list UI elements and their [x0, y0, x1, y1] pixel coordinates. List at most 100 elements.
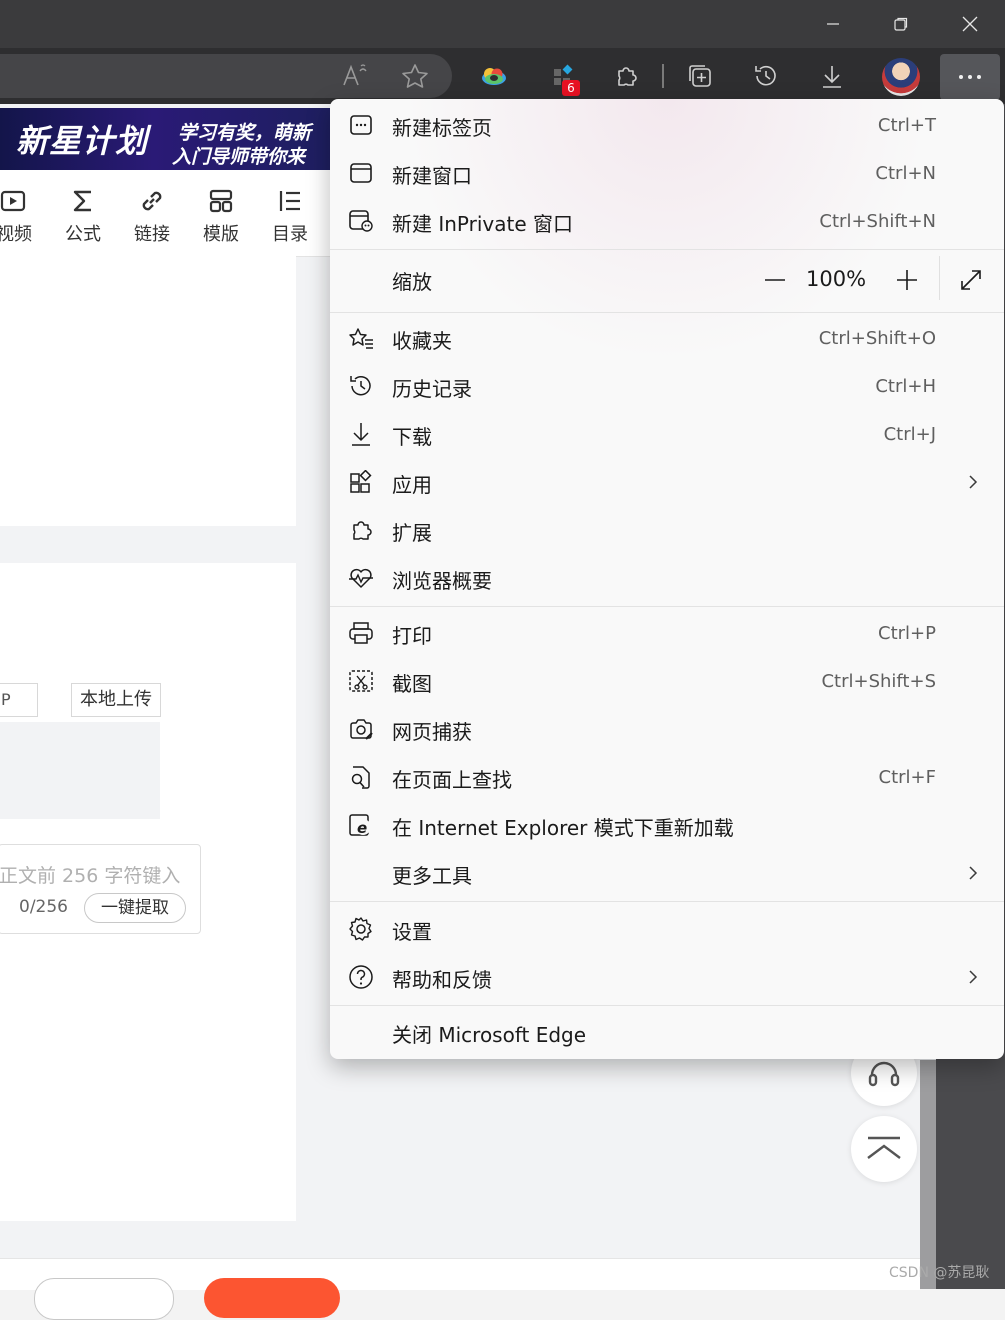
editor-tool-link[interactable]: 链接 — [128, 186, 176, 246]
menu-item-label: 新建窗口 — [392, 164, 472, 188]
abstract-textarea[interactable]: 正文前 256 字符键入 0/256 一键提取 — [0, 844, 201, 934]
promo-banner[interactable]: 新星计划 学习有奖，萌新 入门导师带你来 — [0, 108, 340, 170]
close-icon — [961, 15, 979, 33]
menu-item-new-window[interactable]: 新建窗口 Ctrl+N — [330, 149, 1004, 197]
zoom-out-button[interactable] — [762, 267, 788, 293]
footer-primary-button[interactable] — [204, 1278, 340, 1318]
chevron-right-icon — [966, 965, 980, 989]
minimize-button[interactable] — [800, 0, 866, 48]
sigma-icon — [59, 186, 107, 216]
menu-item-history[interactable]: 历史记录 Ctrl+H — [330, 362, 1004, 410]
zoom-separator — [939, 256, 940, 300]
extensions-button[interactable] — [606, 58, 646, 94]
find-page-icon — [348, 764, 374, 790]
minimize-icon — [825, 16, 841, 32]
collections-button[interactable] — [680, 58, 720, 94]
menu-separator — [330, 901, 1004, 902]
menu-separator — [330, 606, 1004, 607]
menu-item-find-on-page[interactable]: 在页面上查找 Ctrl+F — [330, 753, 1004, 801]
menu-item-shortcut: Ctrl+J — [883, 424, 936, 445]
menu-item-close-edge[interactable]: 关闭 Microsoft Edge — [330, 1008, 1004, 1056]
ie-mode-icon: e — [348, 812, 374, 838]
menu-item-settings[interactable]: 设置 — [330, 905, 1004, 953]
address-bar[interactable] — [0, 54, 452, 98]
profile-avatar[interactable] — [882, 58, 920, 96]
editor-tool-template[interactable]: 模版 — [197, 186, 245, 246]
zoom-in-button[interactable] — [894, 267, 920, 293]
apps-icon — [348, 469, 374, 495]
fullscreen-button[interactable] — [958, 267, 984, 293]
puzzle-icon — [348, 517, 374, 543]
menu-item-label: 设置 — [392, 920, 432, 944]
settings-and-more-button[interactable] — [940, 54, 1000, 100]
menu-item-print[interactable]: 打印 Ctrl+P — [330, 609, 1004, 657]
extension-badge: 6 — [562, 80, 580, 96]
menu-item-label: 下载 — [392, 425, 432, 449]
menu-item-new-inprivate[interactable]: 新建 InPrivate 窗口 Ctrl+Shift+N — [330, 197, 1004, 245]
back-to-top-button[interactable] — [851, 1116, 917, 1182]
banner-main-text: 新星计划 — [16, 122, 149, 160]
zoom-level: 100% — [806, 267, 867, 291]
editor-tool-video[interactable]: 视频 — [0, 186, 38, 246]
downloads-button[interactable] — [812, 58, 852, 94]
cloud-extension-button[interactable] — [474, 58, 514, 94]
menu-item-screenshot[interactable]: 截图 Ctrl+Shift+S — [330, 657, 1004, 705]
history-icon — [348, 373, 374, 399]
extract-button[interactable]: 一键提取 — [84, 893, 186, 923]
page-scrollbar[interactable] — [920, 1060, 936, 1289]
local-upload-button[interactable]: 本地上传 — [71, 683, 161, 717]
menu-item-more-tools[interactable]: 更多工具 — [330, 849, 1004, 897]
help-icon — [348, 964, 374, 990]
puzzle-icon — [613, 63, 639, 89]
close-window-button[interactable] — [937, 0, 1003, 48]
menu-item-shortcut: Ctrl+Shift+S — [821, 671, 936, 692]
menu-item-label: 新建 InPrivate 窗口 — [392, 212, 574, 236]
menu-item-label: 历史记录 — [392, 377, 472, 401]
video-icon — [0, 186, 38, 216]
download-icon — [819, 63, 845, 89]
editor-tool-formula[interactable]: 公式 — [59, 186, 107, 246]
headset-icon — [864, 1053, 904, 1093]
menu-item-label: 打印 — [392, 624, 432, 648]
menu-item-extensions[interactable]: 扩展 — [330, 506, 1004, 554]
menu-item-label: 截图 — [392, 672, 432, 696]
link-icon — [128, 186, 176, 216]
camera-icon — [348, 716, 374, 742]
favorite-button[interactable] — [395, 58, 435, 94]
menu-item-shortcut: Ctrl+T — [877, 115, 936, 136]
menu-item-ie-mode[interactable]: e 在 Internet Explorer 模式下重新加载 — [330, 801, 1004, 849]
menu-item-web-capture[interactable]: 网页捕获 — [330, 705, 1004, 753]
editor-tool-label: 公式 — [65, 224, 101, 245]
menu-item-label: 应用 — [392, 473, 432, 497]
menu-item-apps[interactable]: 应用 — [330, 458, 1004, 506]
menu-item-help[interactable]: 帮助和反馈 — [330, 953, 1004, 1001]
favorites-icon — [348, 325, 374, 351]
editor-content-panel[interactable] — [0, 256, 296, 526]
expand-icon — [958, 267, 984, 293]
history-button[interactable] — [746, 58, 786, 94]
cover-preview[interactable] — [0, 722, 160, 819]
menu-item-label: 缩放 — [392, 270, 432, 294]
menu-item-shortcut: Ctrl+N — [875, 163, 936, 184]
read-aloud-button[interactable] — [335, 58, 375, 94]
footer-outline-button[interactable] — [34, 1278, 174, 1320]
menu-item-browser-essentials[interactable]: 浏览器概要 — [330, 554, 1004, 602]
banner-subtitle-1: 学习有奖，萌新 — [178, 122, 312, 144]
menu-item-favorites[interactable]: 收藏夹 Ctrl+Shift+O — [330, 314, 1004, 362]
heart-pulse-icon — [348, 565, 374, 591]
menu-item-label: 关闭 Microsoft Edge — [392, 1023, 587, 1047]
menu-item-label: 在 Internet Explorer 模式下重新加载 — [392, 816, 734, 840]
menu-separator — [330, 312, 1004, 313]
menu-item-new-tab[interactable]: 新建标签页 Ctrl+T — [330, 101, 1004, 149]
arrow-up-icon — [864, 1134, 904, 1164]
menu-item-label: 更多工具 — [392, 864, 472, 888]
restore-icon — [893, 16, 909, 32]
cover-input[interactable]: P — [0, 683, 38, 717]
restore-button[interactable] — [868, 0, 934, 48]
menu-item-downloads[interactable]: 下载 Ctrl+J — [330, 410, 1004, 458]
menu-item-label: 浏览器概要 — [392, 569, 492, 593]
editor-tool-label: 模版 — [203, 224, 239, 245]
settings-menu: 新建标签页 Ctrl+T 新建窗口 Ctrl+N 新建 InPrivate 窗口… — [330, 99, 1004, 1059]
new-window-icon — [348, 160, 374, 186]
editor-tool-toc[interactable]: 目录 — [266, 186, 314, 246]
